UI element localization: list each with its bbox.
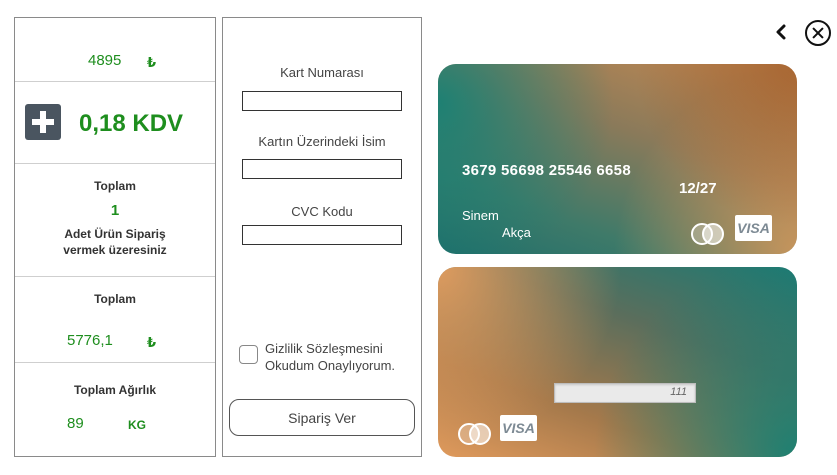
count-section: Toplam 1 Adet Ürün Sipariş vermek üzeres… <box>15 164 215 277</box>
card-name-label: Kartın Üzerindeki İsim <box>258 134 386 149</box>
privacy-checkbox[interactable] <box>239 345 258 364</box>
total-section: Toplam 5776,1 ₺ <box>15 277 215 363</box>
mastercard-icon <box>691 223 724 245</box>
credit-card-back: 111 VISA <box>438 267 797 457</box>
total-value: 5776,1 <box>67 332 113 349</box>
visa-logo: VISA <box>500 415 537 441</box>
privacy-label-line1: Gizlilik Sözleşmesini <box>265 341 383 356</box>
card-number-input[interactable] <box>242 91 402 111</box>
card-first-name: Sinem <box>462 208 499 223</box>
cvc-strip: 111 <box>554 383 696 403</box>
card-name-input[interactable] <box>242 159 402 179</box>
price-section: 4895 ₺ <box>15 18 215 82</box>
weight-unit: KG <box>128 418 146 432</box>
visa-logo: VISA <box>735 215 772 241</box>
close-icon[interactable] <box>805 20 831 46</box>
card-number-display: 3679 56698 25546 6658 <box>462 162 631 179</box>
card-number-label: Kart Numarası <box>280 65 364 80</box>
mastercard-icon <box>458 423 491 445</box>
chevron-left-icon[interactable] <box>773 23 789 41</box>
kdv-section: 0,18 KDV <box>15 82 215 164</box>
price-value: 4895 <box>88 52 122 69</box>
price-currency: ₺ <box>147 55 157 70</box>
kdv-value: 0,18 KDV <box>79 110 184 137</box>
weight-title: Toplam Ağırlık <box>73 383 156 397</box>
cvc-input[interactable] <box>242 225 402 245</box>
plus-icon[interactable] <box>25 104 61 140</box>
card-cvc-display: 111 <box>670 386 687 398</box>
cvc-label: CVC Kodu <box>291 204 353 219</box>
total-title: Toplam <box>94 292 136 306</box>
privacy-label-line2: Okudum Onaylıyorum. <box>265 358 396 373</box>
order-summary-panel: 4895 ₺ 0,18 KDV Toplam 1 Adet Ürün Sipar… <box>14 17 216 457</box>
card-expiry-display: 12/27 <box>679 180 717 197</box>
privacy-label: Gizlilik Sözleşmesini Okudum Onaylıyorum… <box>265 340 415 374</box>
count-text-line2: vermek üzeresiniz <box>63 243 167 257</box>
weight-section: Toplam Ağırlık 89 KG <box>15 363 215 458</box>
card-last-name: Akça <box>502 225 531 240</box>
payment-form-panel: Kart Numarası Kartın Üzerindeki İsim CVC… <box>222 17 422 457</box>
credit-card-front: 3679 56698 25546 6658 12/27 Sinem Akça V… <box>438 64 797 254</box>
weight-value: 89 <box>67 415 84 432</box>
total-currency: ₺ <box>147 335 157 350</box>
count-text-line1: Adet Ürün Sipariş <box>64 227 166 241</box>
order-button[interactable]: Sipariş Ver <box>229 399 415 436</box>
count-title: Toplam <box>94 179 136 193</box>
count-value: 1 <box>110 202 120 219</box>
